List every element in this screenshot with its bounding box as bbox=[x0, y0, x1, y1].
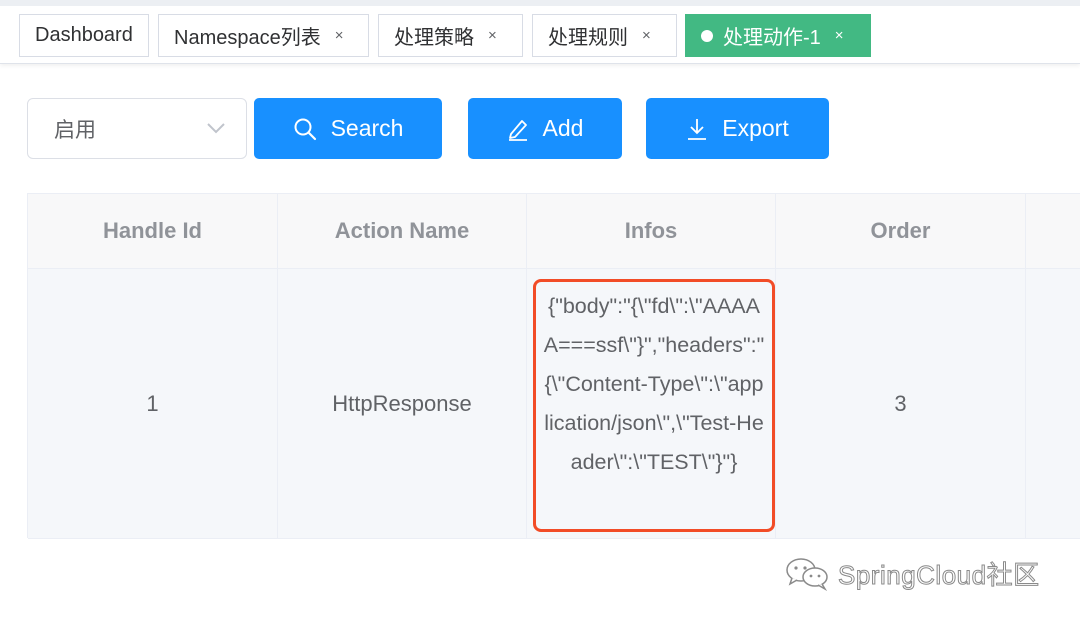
wechat-icon bbox=[786, 558, 828, 591]
cell-action-name: HttpResponse bbox=[278, 269, 527, 539]
download-icon bbox=[688, 118, 707, 140]
tab-handle-action[interactable]: 处理动作-1 × bbox=[685, 14, 871, 57]
column-header-order[interactable]: Order bbox=[776, 194, 1026, 269]
column-header-action-name[interactable]: Action Name bbox=[278, 194, 527, 269]
cell-extra bbox=[1026, 269, 1080, 539]
close-icon[interactable]: × bbox=[642, 28, 651, 43]
edit-icon bbox=[508, 119, 527, 141]
tab-label: Namespace列表 bbox=[174, 27, 321, 49]
active-dot-icon bbox=[701, 29, 713, 42]
tags-view-bar: Dashboard Namespace列表 × 处理策略 × 处理规则 × 处理… bbox=[0, 0, 1080, 64]
status-select[interactable]: 启用 bbox=[27, 98, 247, 159]
watermark-text: SpringCloud社区 bbox=[838, 559, 1040, 590]
close-icon[interactable]: × bbox=[488, 28, 497, 43]
column-header-infos[interactable]: Infos bbox=[527, 194, 776, 269]
close-icon[interactable]: × bbox=[335, 28, 344, 43]
export-button-label: Export bbox=[722, 115, 789, 141]
cell-order: 3 bbox=[776, 269, 1026, 539]
chevron-down-icon bbox=[207, 123, 225, 134]
add-button-label: Add bbox=[542, 115, 584, 141]
column-header-handle-id[interactable]: Handle Id bbox=[28, 194, 278, 269]
export-button[interactable]: Export bbox=[646, 98, 829, 159]
cell-handle-id: 1 bbox=[28, 269, 278, 539]
add-button[interactable]: Add bbox=[468, 98, 622, 159]
search-button-label: Search bbox=[330, 115, 404, 141]
search-icon bbox=[294, 118, 316, 140]
cell-infos-text: {"body":"{\"fd\":\"AAAAA===ssf\"}","head… bbox=[543, 294, 765, 474]
tab-label: Dashboard bbox=[35, 24, 133, 46]
tab-label: 处理动作-1 bbox=[723, 27, 821, 49]
close-icon[interactable]: × bbox=[835, 28, 844, 43]
watermark: SpringCloud社区 bbox=[784, 553, 1040, 593]
tab-label: 处理策略 bbox=[394, 27, 474, 49]
tab-handle-rule[interactable]: 处理规则 × bbox=[532, 14, 677, 57]
tab-namespace-list[interactable]: Namespace列表 × bbox=[158, 14, 369, 57]
search-button[interactable]: Search bbox=[254, 98, 442, 159]
tab-dashboard[interactable]: Dashboard bbox=[19, 14, 149, 57]
status-select-value: 启用 bbox=[54, 118, 96, 142]
tab-handle-policy[interactable]: 处理策略 × bbox=[378, 14, 523, 57]
tab-label: 处理规则 bbox=[548, 27, 628, 49]
column-header-extra bbox=[1026, 194, 1080, 269]
